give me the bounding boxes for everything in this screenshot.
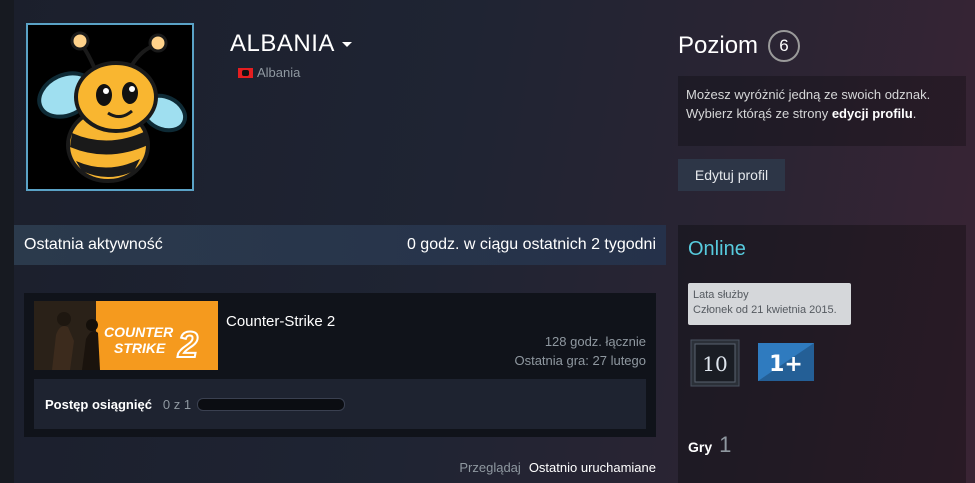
left-edge-strip [0, 0, 14, 483]
years-of-service-tooltip: Lata służby Członek od 21 kwietnia 2015. [688, 283, 851, 325]
edit-profile-link[interactable]: edycji profilu [832, 106, 913, 121]
games-label: Gry [688, 439, 713, 455]
recent-activity-title: Ostatnia aktywność [24, 236, 163, 253]
browse-link[interactable]: Przeglądaj [459, 460, 520, 475]
profile-sidebar: Online Lata służby Członek od 21 kwietni… [678, 225, 966, 483]
years-badge-value: 10 [702, 352, 727, 376]
level-label: Poziom [678, 32, 759, 59]
achievement-progress-bar [197, 397, 346, 411]
persona-name: ALBANIA [230, 30, 335, 57]
service-since: Członek od 21 kwietnia 2015. [693, 304, 837, 316]
edit-profile-button[interactable]: Edytuj profil [678, 159, 785, 191]
achievement-progress-label: Postęp osiągnięć [45, 396, 152, 412]
badge-hint-period: . [912, 106, 917, 121]
country-name: Albania [257, 65, 301, 80]
recently-played-link[interactable]: Ostatnio uruchamiane [529, 460, 656, 475]
game-total-hours: 128 godz. łącznie [544, 334, 646, 349]
plus-badge-value: 1+ [769, 352, 803, 377]
game-capsule-image[interactable]: COUNTER STRIKE 2 [34, 301, 218, 370]
achievement-progress-box[interactable]: Postęp osiągnięć 0 z 1 [34, 379, 646, 429]
game-last-played: Ostatnia gra: 27 lutego [514, 353, 646, 368]
persona-name-dropdown[interactable]: ALBANIA [230, 30, 352, 58]
years-of-service-badge[interactable]: 10 [690, 339, 740, 387]
steam-plus-badge[interactable]: 1+ [758, 343, 814, 381]
games-count-link[interactable]: Gry 1 [688, 432, 731, 458]
recent-activity-header: Ostatnia aktywność 0 godz. w ciągu ostat… [14, 225, 666, 265]
level-badge[interactable]: 6 [768, 30, 801, 62]
capsule-line1: COUNTER [104, 324, 174, 340]
activity-footer-links: Przeglądaj Ostatnio uruchamiane [459, 460, 656, 475]
achievement-count: 0 z 1 [162, 396, 192, 412]
avatar[interactable] [26, 23, 194, 191]
game-name-link[interactable]: Counter-Strike 2 [226, 313, 335, 330]
recent-game-card: COUNTER STRIKE 2 Counter-Strike 2 128 go… [24, 293, 656, 437]
capsule-line2: STRIKE [114, 340, 166, 356]
bee-avatar-image [28, 25, 192, 189]
albania-flag-icon [238, 67, 253, 78]
recent-activity-summary: 0 godz. w ciągu ostatnich 2 tygodni [406, 236, 656, 253]
profile-location: Albania [238, 65, 300, 80]
games-count: 1 [719, 432, 732, 457]
capsule-number: 2 [177, 324, 198, 365]
online-status: Online [688, 238, 746, 260]
featured-badge-hint: Możesz wyróżnić jedną ze swoich odznak. … [678, 76, 966, 146]
profile-level: Poziom 6 [678, 30, 801, 62]
chevron-down-icon [341, 42, 352, 47]
service-title: Lata służby [693, 289, 749, 301]
